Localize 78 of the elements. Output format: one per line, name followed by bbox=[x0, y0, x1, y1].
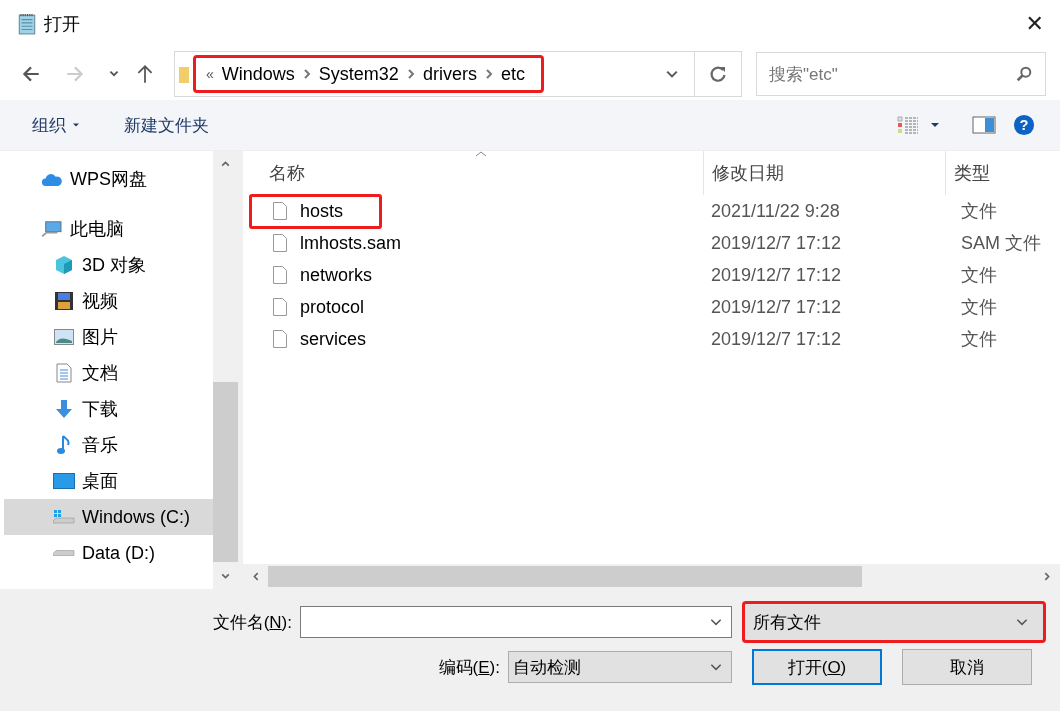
close-button[interactable]: ✕ bbox=[1025, 11, 1044, 37]
sidebar-item[interactable]: 3D 对象 bbox=[4, 247, 213, 283]
breadcrumb-item[interactable]: drivers bbox=[422, 63, 477, 85]
chevron-down-icon bbox=[1015, 616, 1029, 628]
cube-icon bbox=[54, 255, 74, 275]
caret-down-icon[interactable] bbox=[930, 120, 940, 130]
sidebar-item[interactable]: 视频 bbox=[4, 283, 213, 319]
document-icon bbox=[56, 363, 72, 383]
download-arrow-icon bbox=[54, 399, 74, 419]
breadcrumb-item[interactable]: System32 bbox=[318, 63, 399, 85]
sidebar-item[interactable]: Windows (C:) bbox=[4, 499, 213, 535]
chevron-down-icon[interactable] bbox=[664, 68, 680, 80]
table-cell-text: 2021/11/22 9:28 bbox=[710, 200, 841, 222]
open-button[interactable]: 打开(O) bbox=[752, 649, 882, 685]
file-name-field[interactable] bbox=[300, 606, 732, 638]
table-cell-text: 文件 bbox=[960, 264, 998, 287]
file-icon bbox=[273, 266, 287, 284]
table-cell-text: 2019/12/7 17:12 bbox=[710, 264, 843, 286]
breadcrumb-item[interactable]: Windows bbox=[221, 63, 295, 85]
table-cell-text: SAM 文件 bbox=[960, 232, 1042, 255]
scroll-thumb[interactable] bbox=[268, 566, 862, 587]
image-icon bbox=[54, 329, 74, 345]
caret-down-icon bbox=[72, 122, 80, 128]
file-name[interactable]: hosts bbox=[249, 193, 383, 229]
scroll-thumb[interactable] bbox=[213, 382, 238, 562]
column-header[interactable]: 名称 bbox=[243, 151, 703, 195]
film-icon bbox=[54, 291, 74, 311]
window-title: 打开 bbox=[44, 13, 81, 36]
computer-icon bbox=[41, 220, 63, 238]
notepad-icon bbox=[16, 12, 38, 36]
horizontal-scrollbar[interactable] bbox=[243, 564, 1060, 589]
drive-icon bbox=[53, 550, 75, 556]
chevron-down-icon bbox=[709, 661, 723, 673]
table-cell-text: 文件 bbox=[960, 200, 998, 223]
drive-icon bbox=[53, 508, 75, 526]
sidebar-item[interactable]: 音乐 bbox=[4, 427, 213, 463]
new-folder-button[interactable]: 新建文件夹 bbox=[124, 113, 209, 137]
search-icon bbox=[1015, 65, 1033, 83]
search-field[interactable]: 搜索"etc" bbox=[756, 52, 1046, 96]
encoding-dropdown[interactable]: 自动检测 bbox=[508, 651, 732, 683]
sidebar-item[interactable]: 桌面 bbox=[4, 463, 213, 499]
sidebar-item[interactable]: WPS网盘 bbox=[4, 161, 213, 197]
breadcrumb-item[interactable]: etc bbox=[500, 63, 525, 85]
cancel-button[interactable]: 取消 bbox=[902, 649, 1032, 685]
table-cell-text: 文件 bbox=[960, 296, 998, 319]
encoding-label: 编码(E): bbox=[438, 656, 500, 679]
organize-menu[interactable]: 组织 bbox=[32, 113, 80, 137]
sidebar-item[interactable]: 此电脑 bbox=[4, 211, 213, 247]
file-icon bbox=[273, 330, 287, 348]
desktop-icon bbox=[53, 473, 75, 489]
preview-pane-icon[interactable] bbox=[972, 114, 996, 136]
file-icon bbox=[273, 234, 287, 252]
sort-caret-icon bbox=[475, 151, 487, 157]
file-icon bbox=[273, 298, 287, 316]
sidebar-item[interactable]: 文档 bbox=[4, 355, 213, 391]
sidebar-item[interactable]: 图片 bbox=[4, 319, 213, 355]
file-icon bbox=[273, 202, 287, 220]
refresh-icon bbox=[708, 64, 728, 84]
cloud-icon bbox=[41, 171, 63, 187]
view-list-icon[interactable] bbox=[896, 114, 920, 136]
table-cell-text: 2019/12/7 17:12 bbox=[710, 232, 843, 254]
file-type-dropdown[interactable]: 所有文件 bbox=[742, 601, 1046, 643]
sidebar-item[interactable]: Data (D:) bbox=[4, 535, 213, 571]
table-cell-text: 文件 bbox=[960, 328, 998, 351]
music-note-icon bbox=[57, 434, 71, 456]
table-cell-text: 2019/12/7 17:12 bbox=[710, 328, 843, 350]
address-bar[interactable]: « Windows System32 drivers etc bbox=[174, 51, 742, 97]
file-name-label: 文件名(N): bbox=[212, 611, 292, 634]
column-header[interactable]: 修改日期 bbox=[703, 151, 945, 195]
overflow-chevron[interactable]: « bbox=[206, 66, 214, 82]
chevron-right-icon[interactable] bbox=[484, 69, 493, 79]
chevron-right-icon[interactable] bbox=[406, 69, 415, 79]
sidebar-item[interactable]: 下载 bbox=[4, 391, 213, 427]
chevron-down-icon[interactable] bbox=[709, 616, 723, 628]
table-cell-text: 2019/12/7 17:12 bbox=[710, 296, 843, 318]
help-icon[interactable]: ? bbox=[1012, 114, 1036, 136]
chevron-right-icon[interactable] bbox=[302, 69, 311, 79]
column-header[interactable]: 类型 bbox=[945, 151, 1060, 195]
